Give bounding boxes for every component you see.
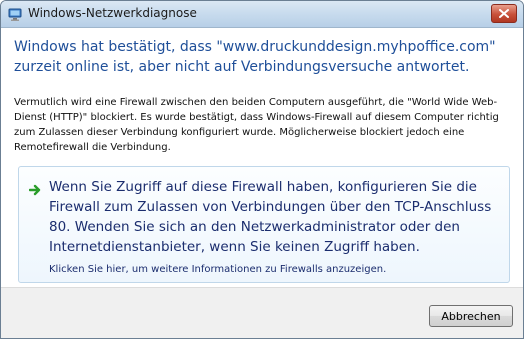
dialog-content: Windows hat bestätigt, dass "www.druckun… — [1, 28, 523, 338]
dialog-footer: Abbrechen — [1, 287, 523, 338]
main-instruction: Windows hat bestätigt, dass "www.druckun… — [14, 39, 496, 75]
dialog-window: Windows-Netzwerkdiagnose Windows hat bes… — [0, 0, 524, 339]
command-link-text: Wenn Sie Zugriff auf diese Firewall habe… — [49, 179, 492, 255]
close-icon — [499, 9, 509, 18]
cancel-button[interactable]: Abbrechen — [429, 305, 513, 327]
network-diagnosis-icon — [8, 7, 22, 21]
window-title: Windows-Netzwerkdiagnose — [28, 6, 197, 20]
description-text: Vermutlich wird eine Firewall zwischen d… — [14, 97, 499, 153]
title-bar[interactable]: Windows-Netzwerkdiagnose — [1, 1, 523, 28]
command-link-note: Klicken Sie hier, um weitere Information… — [49, 264, 387, 275]
firewall-command-link[interactable]: Wenn Sie Zugriff auf diese Firewall habe… — [18, 166, 510, 283]
close-button[interactable] — [491, 4, 517, 23]
green-arrow-icon — [28, 181, 43, 200]
